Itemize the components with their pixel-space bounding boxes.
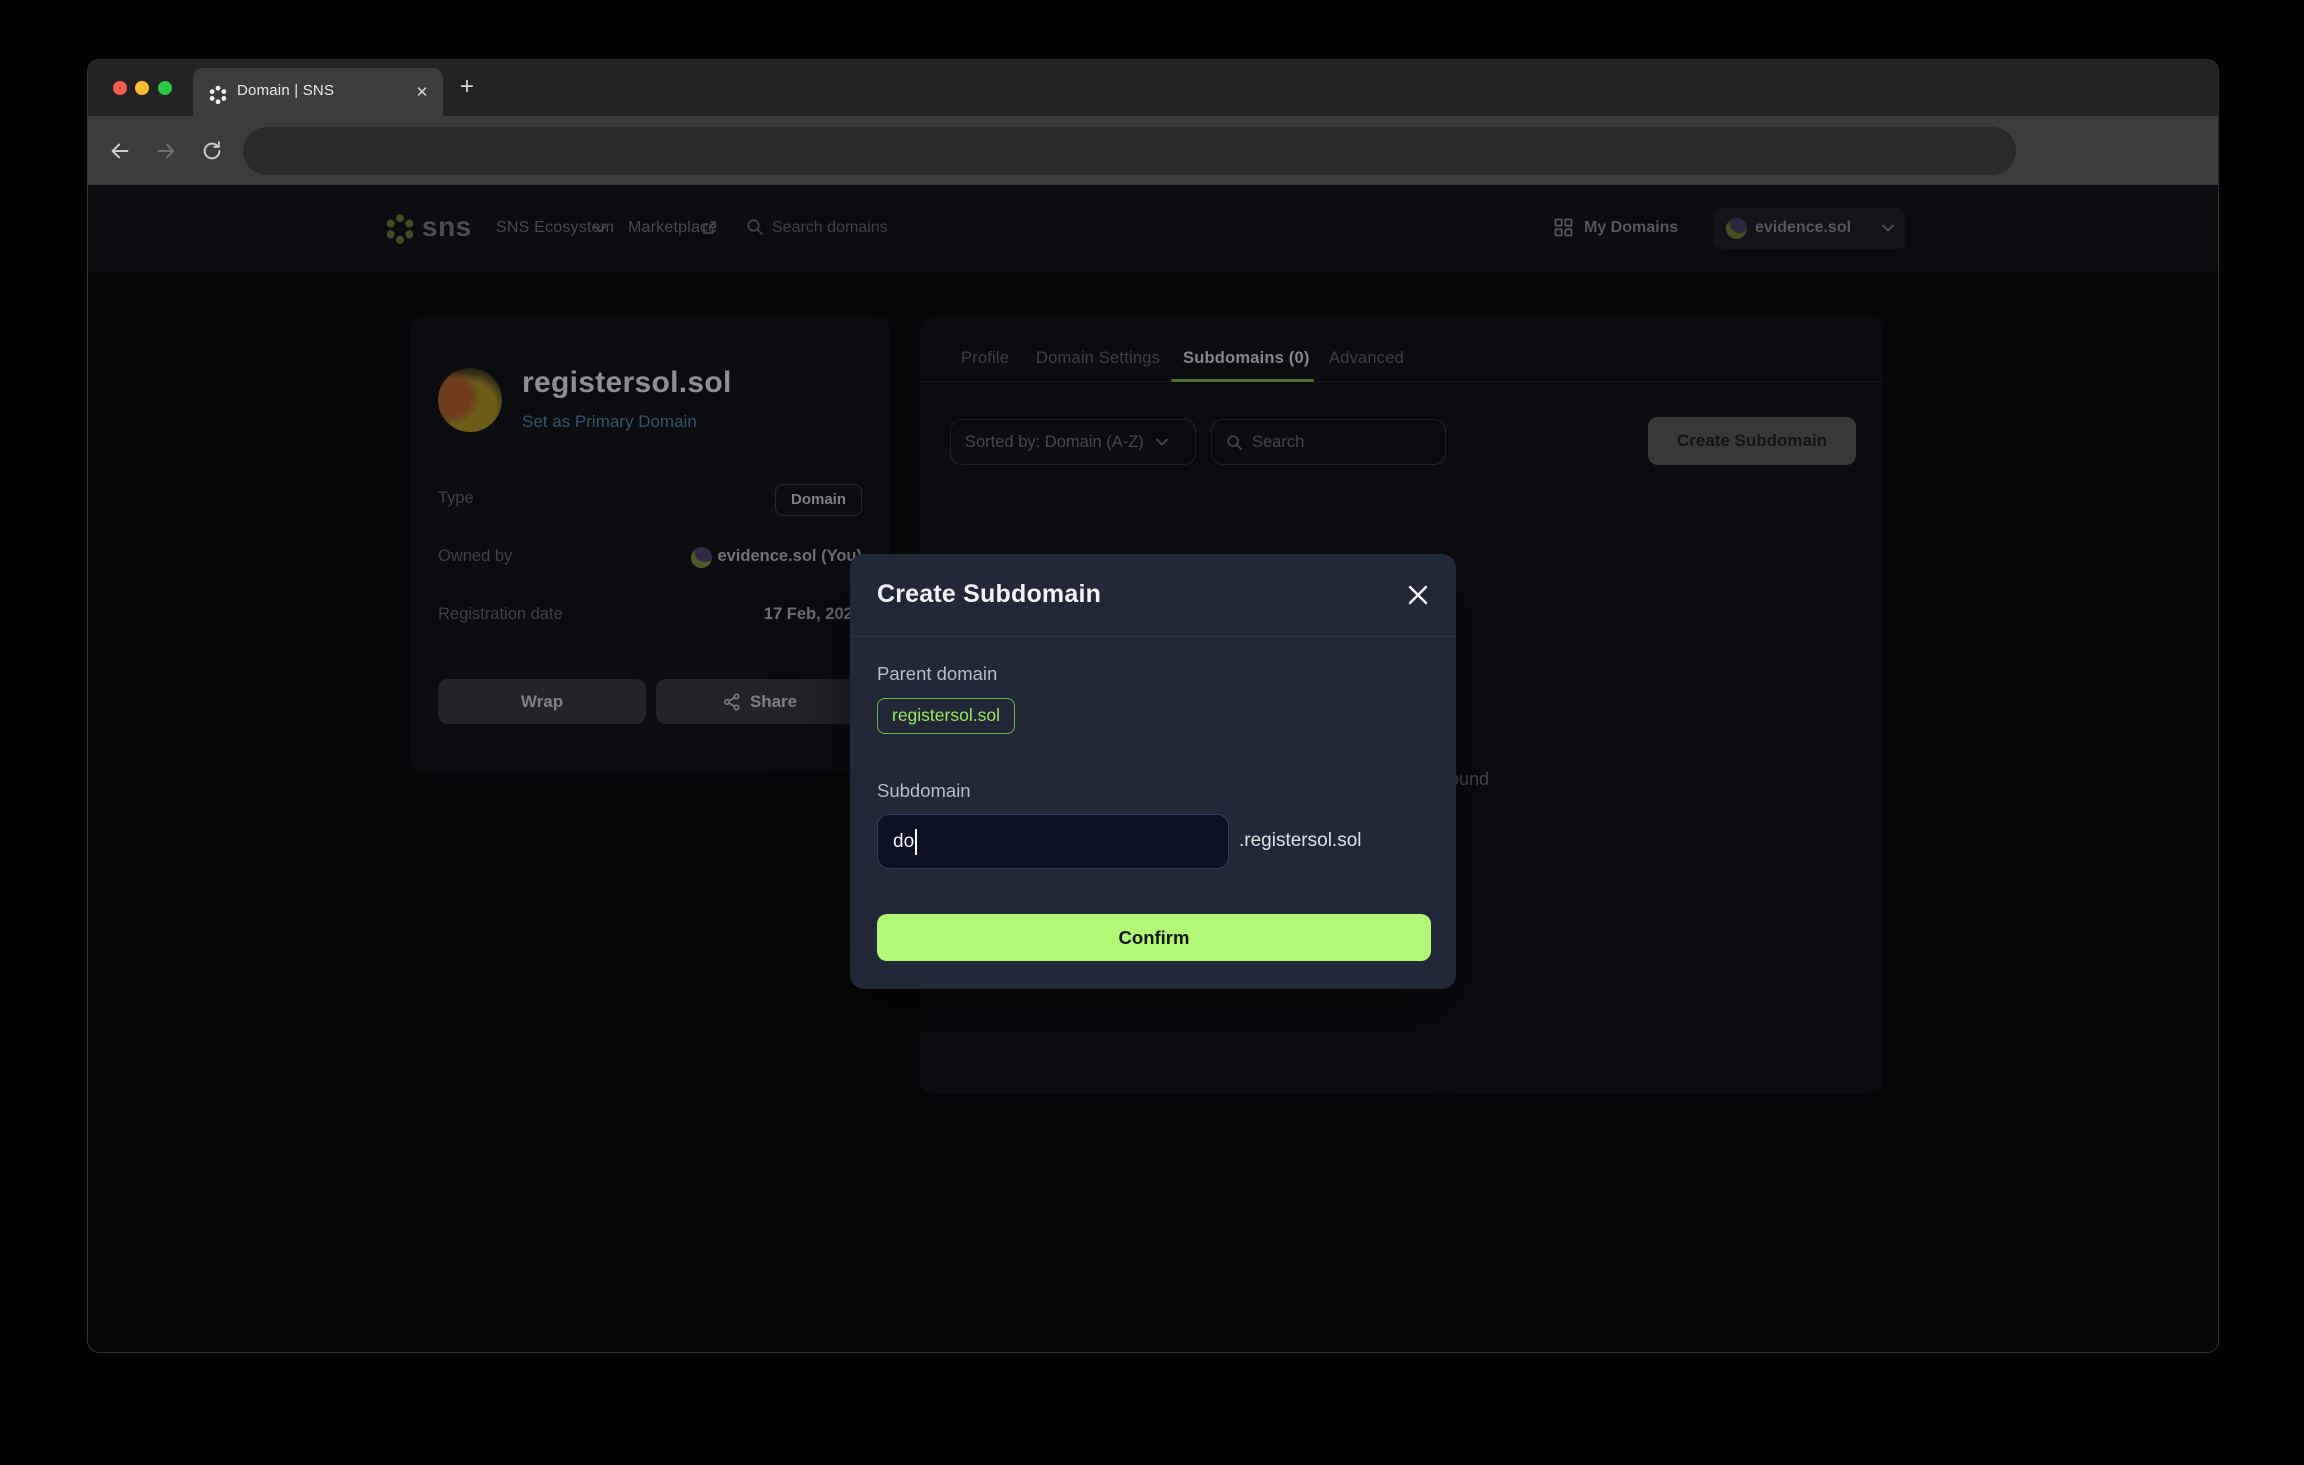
account-name: evidence.sol (1755, 219, 1851, 237)
domain-title: registersol.sol (522, 366, 732, 400)
parent-domain-badge: registersol.sol (877, 698, 1015, 734)
modal-title: Create Subdomain (877, 580, 1101, 609)
parent-domain-label: Parent domain (877, 663, 997, 685)
chevron-down-icon (594, 225, 606, 233)
owner-value: evidence.sol (You) (717, 547, 862, 566)
create-subdomain-modal: Create Subdomain Parent domain registers… (850, 554, 1456, 989)
sort-dropdown[interactable]: Sorted by: Domain (A-Z) (950, 419, 1196, 465)
search-icon (746, 218, 764, 236)
sns-logo-text[interactable]: sns (422, 211, 472, 243)
subdomain-label: Subdomain (877, 780, 971, 802)
subdomain-input-value: do (893, 831, 914, 853)
parent-suffix-text: .registersol.sol (1239, 830, 1362, 852)
browser-tab[interactable]: Domain | SNS ✕ (193, 68, 443, 116)
search-placeholder: Search (1252, 433, 1304, 452)
traffic-light-close[interactable] (113, 81, 127, 95)
row-label-type: Type (438, 489, 474, 508)
subdomain-input[interactable]: do (877, 814, 1229, 869)
chevron-down-icon (1156, 438, 1168, 446)
active-tab-underline (1171, 379, 1314, 382)
row-label-owned-by: Owned by (438, 547, 512, 566)
sns-logo-icon[interactable] (383, 212, 417, 246)
reload-icon[interactable] (201, 140, 223, 162)
owner-avatar (691, 547, 712, 568)
type-badge: Domain (775, 484, 862, 516)
forward-icon[interactable] (155, 140, 177, 162)
site-header: sns SNS Ecosystem Marketplace Search dom… (88, 185, 2219, 271)
new-tab-button[interactable]: + (454, 75, 480, 101)
domain-avatar (438, 368, 502, 432)
wrap-button-label: Wrap (521, 692, 563, 712)
text-caret (915, 829, 917, 855)
grid-icon (1554, 218, 1573, 237)
confirm-button[interactable]: Confirm (877, 914, 1431, 961)
subdomain-search-input[interactable]: Search (1211, 419, 1446, 465)
search-domains-input[interactable]: Search domains (772, 219, 888, 237)
chevron-down-icon (1882, 224, 1894, 232)
share-button-label: Share (750, 692, 797, 712)
back-icon[interactable] (109, 140, 131, 162)
close-icon[interactable] (1405, 582, 1431, 608)
row-label-registration-date: Registration date (438, 605, 563, 624)
browser-window: Domain | SNS ✕ + (87, 59, 2219, 1353)
external-link-icon (702, 220, 717, 235)
search-icon (1226, 434, 1243, 451)
modal-header: Create Subdomain (850, 554, 1456, 637)
address-bar[interactable] (243, 127, 2016, 175)
desktop-background: Domain | SNS ✕ + (0, 0, 2304, 1465)
create-subdomain-button[interactable]: Create Subdomain (1648, 417, 1856, 465)
account-menu[interactable]: evidence.sol (1713, 208, 1906, 249)
registration-date-value: 17 Feb, 2024 (764, 605, 862, 624)
domain-card: registersol.sol Set as Primary Domain Ty… (410, 316, 890, 773)
tab-close-icon[interactable]: ✕ (413, 84, 431, 102)
share-icon (723, 693, 741, 711)
panel-tabs: Profile Domain Settings Subdomains (0) A… (920, 316, 1883, 382)
traffic-light-zoom[interactable] (158, 81, 172, 95)
account-avatar (1726, 218, 1747, 239)
traffic-light-minimize[interactable] (135, 81, 149, 95)
browser-toolbar (88, 116, 2218, 185)
tab-subdomains[interactable]: Subdomains (0) (1183, 349, 1310, 368)
sort-label: Sorted by: Domain (A-Z) (965, 433, 1144, 452)
tab-domain-settings[interactable]: Domain Settings (1036, 349, 1160, 368)
tab-title: Domain | SNS (237, 82, 334, 99)
sns-favicon-icon (207, 84, 229, 106)
wrap-button[interactable]: Wrap (438, 679, 646, 724)
tab-advanced[interactable]: Advanced (1329, 349, 1404, 368)
set-primary-domain-link[interactable]: Set as Primary Domain (522, 412, 697, 432)
tab-profile[interactable]: Profile (961, 349, 1009, 368)
my-domains-button[interactable]: My Domains (1584, 219, 1678, 237)
page-viewport: sns SNS Ecosystem Marketplace Search dom… (88, 185, 2219, 1353)
browser-tab-bar: Domain | SNS ✕ + (88, 60, 2218, 116)
share-button[interactable]: Share (656, 679, 864, 724)
